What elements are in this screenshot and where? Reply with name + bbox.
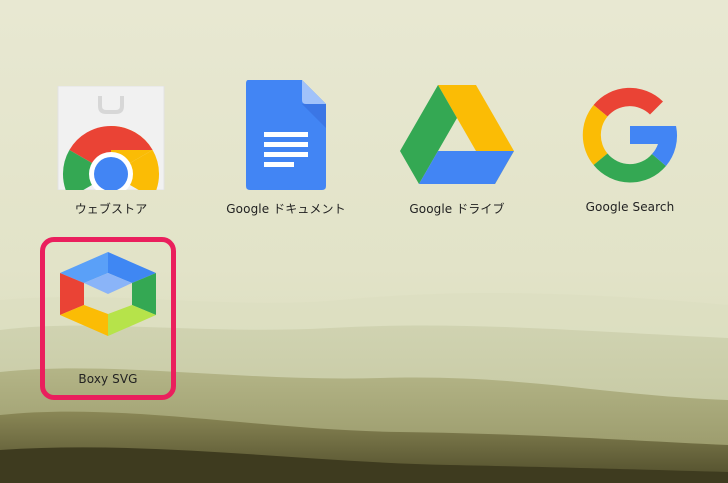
app-chrome-web-store[interactable]: ウェブストア <box>36 80 186 220</box>
app-label: Google ドキュメント <box>226 202 346 216</box>
google-search-icon <box>582 87 678 183</box>
app-google-docs[interactable]: Google ドキュメント <box>211 80 361 220</box>
app-label: ウェブストア <box>74 202 148 216</box>
app-label: Google ドライブ <box>409 202 505 216</box>
app-label: Google Search <box>585 200 675 214</box>
app-label: Boxy SVG <box>78 372 138 386</box>
chrome-web-store-icon <box>57 86 165 190</box>
google-docs-icon <box>246 80 326 190</box>
boxy-svg-icon <box>60 252 156 336</box>
app-google-drive[interactable]: Google ドライブ <box>382 80 532 220</box>
app-boxy-svg[interactable]: Boxy SVG <box>33 248 183 388</box>
google-drive-icon <box>400 85 514 184</box>
app-google-search[interactable]: Google Search <box>555 80 705 220</box>
